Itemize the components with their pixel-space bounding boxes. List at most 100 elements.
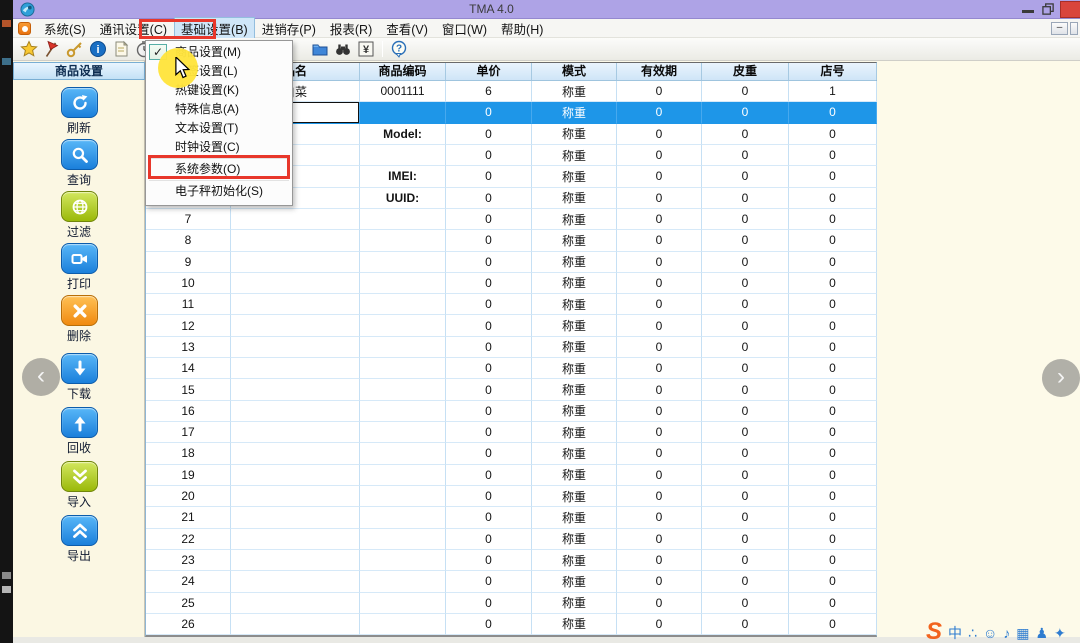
table-cell[interactable]: 称重 xyxy=(532,571,617,592)
table-cell[interactable] xyxy=(360,465,446,486)
table-cell[interactable]: 称重 xyxy=(532,465,617,486)
table-cell[interactable] xyxy=(231,422,360,443)
table-cell[interactable] xyxy=(231,273,360,294)
table-cell[interactable]: 0 xyxy=(702,593,789,614)
table-cell[interactable]: 0 xyxy=(702,358,789,379)
table-cell[interactable] xyxy=(360,443,446,464)
table-cell[interactable] xyxy=(360,486,446,507)
table-row[interactable]: 110称重000 xyxy=(146,294,876,315)
table-cell[interactable]: 称重 xyxy=(532,252,617,273)
table-cell[interactable]: 0 xyxy=(789,209,877,230)
table-cell[interactable]: 21 xyxy=(146,507,231,528)
close-button[interactable] xyxy=(1060,1,1080,18)
folder-icon[interactable] xyxy=(311,40,329,58)
table-cell[interactable]: 0 xyxy=(789,465,877,486)
table-row[interactable]: 140称重000 xyxy=(146,358,876,379)
table-cell[interactable] xyxy=(360,401,446,422)
menubar-item[interactable]: 帮助(H) xyxy=(494,17,550,40)
table-cell[interactable]: 称重 xyxy=(532,550,617,571)
table-cell[interactable]: 0 xyxy=(789,507,877,528)
table-cell[interactable]: 0 xyxy=(789,486,877,507)
table-cell[interactable]: 称重 xyxy=(532,443,617,464)
table-cell[interactable] xyxy=(360,379,446,400)
table-cell[interactable]: 0 xyxy=(617,273,702,294)
table-cell[interactable] xyxy=(231,252,360,273)
table-cell[interactable] xyxy=(231,571,360,592)
table-cell[interactable]: 0 xyxy=(617,486,702,507)
table-row[interactable]: 220称重000 xyxy=(146,529,876,550)
table-cell[interactable]: 9 xyxy=(146,252,231,273)
table-cell[interactable]: 15 xyxy=(146,379,231,400)
table-cell[interactable]: 0 xyxy=(789,145,877,166)
table-cell[interactable]: 0 xyxy=(617,102,702,123)
table-cell[interactable]: 0 xyxy=(617,145,702,166)
table-cell[interactable] xyxy=(360,337,446,358)
table-cell[interactable]: 称重 xyxy=(532,379,617,400)
table-cell[interactable]: 0 xyxy=(446,571,532,592)
table-cell[interactable]: 0 xyxy=(702,443,789,464)
table-cell[interactable]: 0 xyxy=(702,252,789,273)
table-cell[interactable]: 0 xyxy=(446,209,532,230)
table-cell[interactable]: 18 xyxy=(146,443,231,464)
table-row[interactable]: 230称重000 xyxy=(146,550,876,571)
table-cell[interactable]: 0 xyxy=(702,188,789,209)
table-cell[interactable] xyxy=(231,507,360,528)
table-cell[interactable]: 0 xyxy=(617,230,702,251)
table-cell[interactable]: 0 xyxy=(702,614,789,635)
table-cell[interactable]: 0 xyxy=(446,507,532,528)
table-cell[interactable]: 11 xyxy=(146,294,231,315)
table-cell[interactable]: 24 xyxy=(146,571,231,592)
table-cell[interactable]: 称重 xyxy=(532,102,617,123)
nav-next-button[interactable]: › xyxy=(1042,359,1080,397)
table-cell[interactable]: 0 xyxy=(446,550,532,571)
table-cell[interactable]: 0 xyxy=(789,252,877,273)
keyboard-icon[interactable]: ▦ xyxy=(1016,624,1029,642)
table-cell[interactable] xyxy=(231,294,360,315)
table-cell[interactable]: 0 xyxy=(446,166,532,187)
menubar-item[interactable]: 窗口(W) xyxy=(435,17,494,40)
table-cell[interactable]: 称重 xyxy=(532,294,617,315)
table-cell[interactable]: 称重 xyxy=(532,166,617,187)
table-cell[interactable]: 0 xyxy=(446,486,532,507)
table-cell[interactable]: 0 xyxy=(702,145,789,166)
table-cell[interactable]: 0 xyxy=(617,614,702,635)
table-cell[interactable]: 0 xyxy=(702,273,789,294)
table-cell[interactable]: 0 xyxy=(789,273,877,294)
table-cell[interactable]: 10 xyxy=(146,273,231,294)
menubar-item[interactable]: 查看(V) xyxy=(379,17,435,40)
child-window-icon[interactable] xyxy=(18,22,31,35)
table-cell[interactable]: 0 xyxy=(617,209,702,230)
table-cell[interactable] xyxy=(360,614,446,635)
table-cell[interactable]: 0 xyxy=(446,145,532,166)
table-cell[interactable]: 0 xyxy=(789,358,877,379)
table-row[interactable]: 80称重000 xyxy=(146,230,876,251)
table-cell[interactable]: 称重 xyxy=(532,337,617,358)
table-cell[interactable]: 0 xyxy=(702,230,789,251)
table-cell[interactable]: 0 xyxy=(617,465,702,486)
table-cell[interactable]: 0 xyxy=(617,294,702,315)
table-cell[interactable]: 0 xyxy=(789,124,877,145)
table-cell[interactable]: UUID: xyxy=(360,188,446,209)
table-cell[interactable]: 8 xyxy=(146,230,231,251)
table-cell[interactable]: 0 xyxy=(702,379,789,400)
table-row[interactable]: 170称重000 xyxy=(146,422,876,443)
table-cell[interactable]: 23 xyxy=(146,550,231,571)
table-cell[interactable]: 0 xyxy=(617,337,702,358)
table-header-cell[interactable]: 店号 xyxy=(789,63,877,80)
table-cell[interactable] xyxy=(360,315,446,336)
star-tray-icon[interactable]: ✦ xyxy=(1054,624,1066,642)
table-cell[interactable]: 0 xyxy=(446,401,532,422)
table-header-cell[interactable]: 有效期 xyxy=(617,63,702,80)
table-cell[interactable] xyxy=(231,358,360,379)
table-cell[interactable] xyxy=(360,273,446,294)
table-cell[interactable]: 0 xyxy=(446,273,532,294)
table-cell[interactable] xyxy=(360,102,446,123)
table-row[interactable]: 240称重000 xyxy=(146,571,876,592)
table-cell[interactable] xyxy=(231,401,360,422)
menubar-item[interactable]: 报表(R) xyxy=(323,17,379,40)
table-row[interactable]: 150称重000 xyxy=(146,379,876,400)
table-cell[interactable]: 0 xyxy=(617,443,702,464)
table-cell[interactable]: 0 xyxy=(446,188,532,209)
table-cell[interactable]: 称重 xyxy=(532,401,617,422)
table-cell[interactable] xyxy=(231,529,360,550)
